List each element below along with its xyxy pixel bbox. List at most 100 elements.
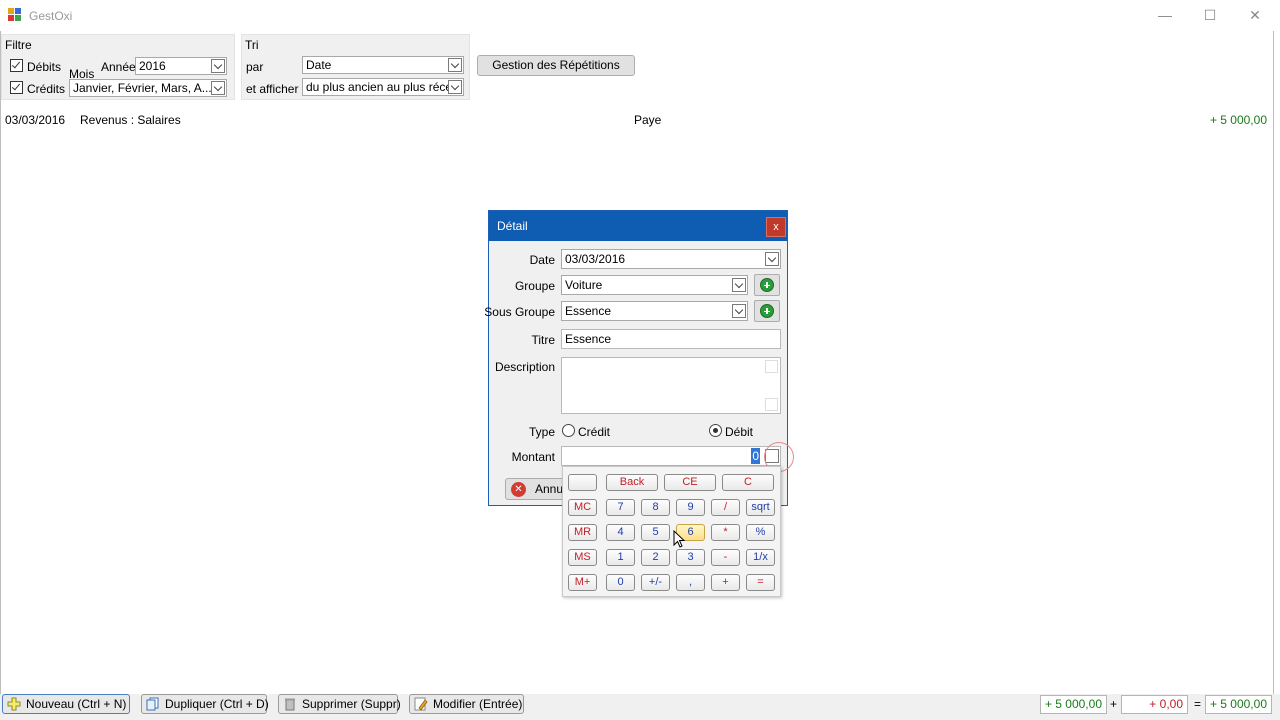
filter-panel-title: Filtre	[5, 38, 32, 52]
check-icon	[11, 81, 21, 91]
annee-select[interactable]: 2016	[135, 57, 227, 75]
montant-label: Montant	[511, 450, 555, 464]
entry-category: Revenus : Salaires	[80, 113, 181, 127]
calc-display	[568, 474, 597, 491]
scroll-down-icon[interactable]	[765, 398, 778, 411]
supprimer-button[interactable]: Supprimer (Suppr)	[278, 694, 401, 714]
calc-3-button[interactable]: 3	[676, 549, 705, 566]
chevron-down-icon[interactable]	[732, 278, 746, 292]
titre-input[interactable]: Essence	[561, 329, 781, 349]
list-item[interactable]: 03/03/2016 Revenus : Salaires Paye + 5 0…	[1, 111, 1273, 129]
montant-value: 0	[751, 448, 760, 464]
calc-mplus-button[interactable]: M+	[568, 574, 597, 591]
calc-c-button[interactable]: C	[722, 474, 774, 491]
calc-percent-button[interactable]: %	[746, 524, 775, 541]
montant-input[interactable]: 0	[561, 446, 781, 466]
repetitions-button[interactable]: Gestion des Répétitions	[477, 55, 635, 76]
calc-sign-button[interactable]: +/-	[641, 574, 670, 591]
close-window-button[interactable]: ✕	[1232, 0, 1278, 31]
titre-label: Titre	[531, 333, 555, 347]
nouveau-button[interactable]: Nouveau (Ctrl + N)	[2, 694, 130, 714]
debits-label: Débits	[27, 60, 62, 74]
add-groupe-button[interactable]	[754, 274, 780, 296]
calc-back-button[interactable]: Back	[606, 474, 658, 491]
cancel-button[interactable]: ✕ Annu	[505, 478, 565, 500]
scroll-up-icon[interactable]	[765, 360, 778, 373]
chevron-down-icon[interactable]	[448, 58, 462, 72]
credits-checkbox[interactable]	[10, 81, 23, 94]
groupe-value: Voiture	[565, 278, 603, 292]
type-label: Type	[528, 425, 555, 439]
calc-5-button[interactable]: 5	[641, 524, 670, 541]
calc-ms-button[interactable]: MS	[568, 549, 597, 566]
modifier-button[interactable]: Modifier (Entrée)	[409, 694, 524, 714]
afficher-label: et afficher	[246, 82, 299, 96]
calc-4-button[interactable]: 4	[606, 524, 635, 541]
app-icon	[8, 8, 22, 22]
date-value: 03/03/2016	[565, 252, 626, 266]
cancel-icon: ✕	[511, 482, 526, 497]
annee-label: Année	[101, 60, 136, 74]
calc-reciprocal-button[interactable]: 1/x	[746, 549, 775, 566]
sort-by-select[interactable]: Date	[302, 56, 464, 74]
calc-mc-button[interactable]: MC	[568, 499, 597, 516]
sort-by-value: Date	[306, 58, 332, 72]
calc-minus-button[interactable]: -	[711, 549, 740, 566]
description-label: Description	[494, 360, 555, 374]
entry-amount: + 5 000,00	[1209, 113, 1267, 127]
calc-2-button[interactable]: 2	[641, 549, 670, 566]
credit-radio[interactable]	[562, 424, 575, 437]
maximize-button[interactable]: ☐	[1187, 0, 1233, 31]
par-label: par	[246, 60, 264, 74]
calc-9-button[interactable]: 9	[676, 499, 705, 516]
add-icon	[760, 304, 774, 318]
calc-multiply-button[interactable]: *	[711, 524, 740, 541]
sort-order-select[interactable]: du plus ancien au plus récent	[302, 78, 464, 96]
mois-select[interactable]: Janvier, Février, Mars, A...	[69, 79, 227, 97]
groupe-select[interactable]: Voiture	[561, 275, 748, 295]
add-icon	[760, 278, 774, 292]
description-textarea[interactable]	[561, 357, 781, 414]
debits-checkbox[interactable]	[10, 59, 23, 72]
debit-radio[interactable]	[709, 424, 722, 437]
add-green-icon	[7, 697, 21, 711]
sousgroupe-select[interactable]: Essence	[561, 301, 748, 321]
calc-plus-button[interactable]: +	[711, 574, 740, 591]
debit-radio-label: Débit	[725, 425, 754, 439]
dupliquer-label: Dupliquer (Ctrl + D)	[165, 697, 269, 711]
calc-divide-button[interactable]: /	[711, 499, 740, 516]
close-icon[interactable]: x	[766, 217, 786, 237]
chevron-down-icon[interactable]	[448, 80, 462, 94]
chevron-down-icon[interactable]	[211, 59, 225, 73]
chevron-down-icon[interactable]	[732, 304, 746, 318]
chevron-down-icon[interactable]	[211, 81, 225, 95]
dialog-title: Détail	[497, 219, 528, 233]
sort-panel-title: Tri	[245, 38, 259, 52]
groupe-label: Groupe	[514, 279, 555, 293]
date-label: Date	[529, 253, 555, 267]
entry-title: Paye	[634, 113, 662, 127]
total-debits: + 0,00	[1121, 695, 1188, 714]
calc-sqrt-button[interactable]: sqrt	[746, 499, 775, 516]
calc-0-button[interactable]: 0	[606, 574, 635, 591]
minimize-button[interactable]: —	[1142, 0, 1188, 31]
chevron-down-icon[interactable]	[765, 252, 779, 266]
calc-8-button[interactable]: 8	[641, 499, 670, 516]
sort-order-value: du plus ancien au plus récent	[306, 80, 463, 94]
calc-ce-button[interactable]: CE	[664, 474, 716, 491]
title-bar: GestOxi — ☐ ✕	[0, 0, 1280, 31]
equals-operator: =	[1194, 697, 1202, 711]
calc-equals-button[interactable]: =	[746, 574, 775, 591]
plus-operator: +	[1110, 697, 1118, 711]
supprimer-label: Supprimer (Suppr)	[302, 697, 401, 711]
calc-comma-button[interactable]: ,	[676, 574, 705, 591]
calc-7-button[interactable]: 7	[606, 499, 635, 516]
sousgroupe-value: Essence	[565, 304, 612, 318]
dupliquer-button[interactable]: Dupliquer (Ctrl + D)	[141, 694, 269, 714]
dialog-header: Détail x	[489, 211, 787, 241]
date-picker[interactable]: 03/03/2016	[561, 249, 781, 269]
calc-1-button[interactable]: 1	[606, 549, 635, 566]
add-sousgroupe-button[interactable]	[754, 300, 780, 322]
sort-panel: Tri par Date et afficher du plus ancien …	[241, 34, 470, 100]
calc-mr-button[interactable]: MR	[568, 524, 597, 541]
